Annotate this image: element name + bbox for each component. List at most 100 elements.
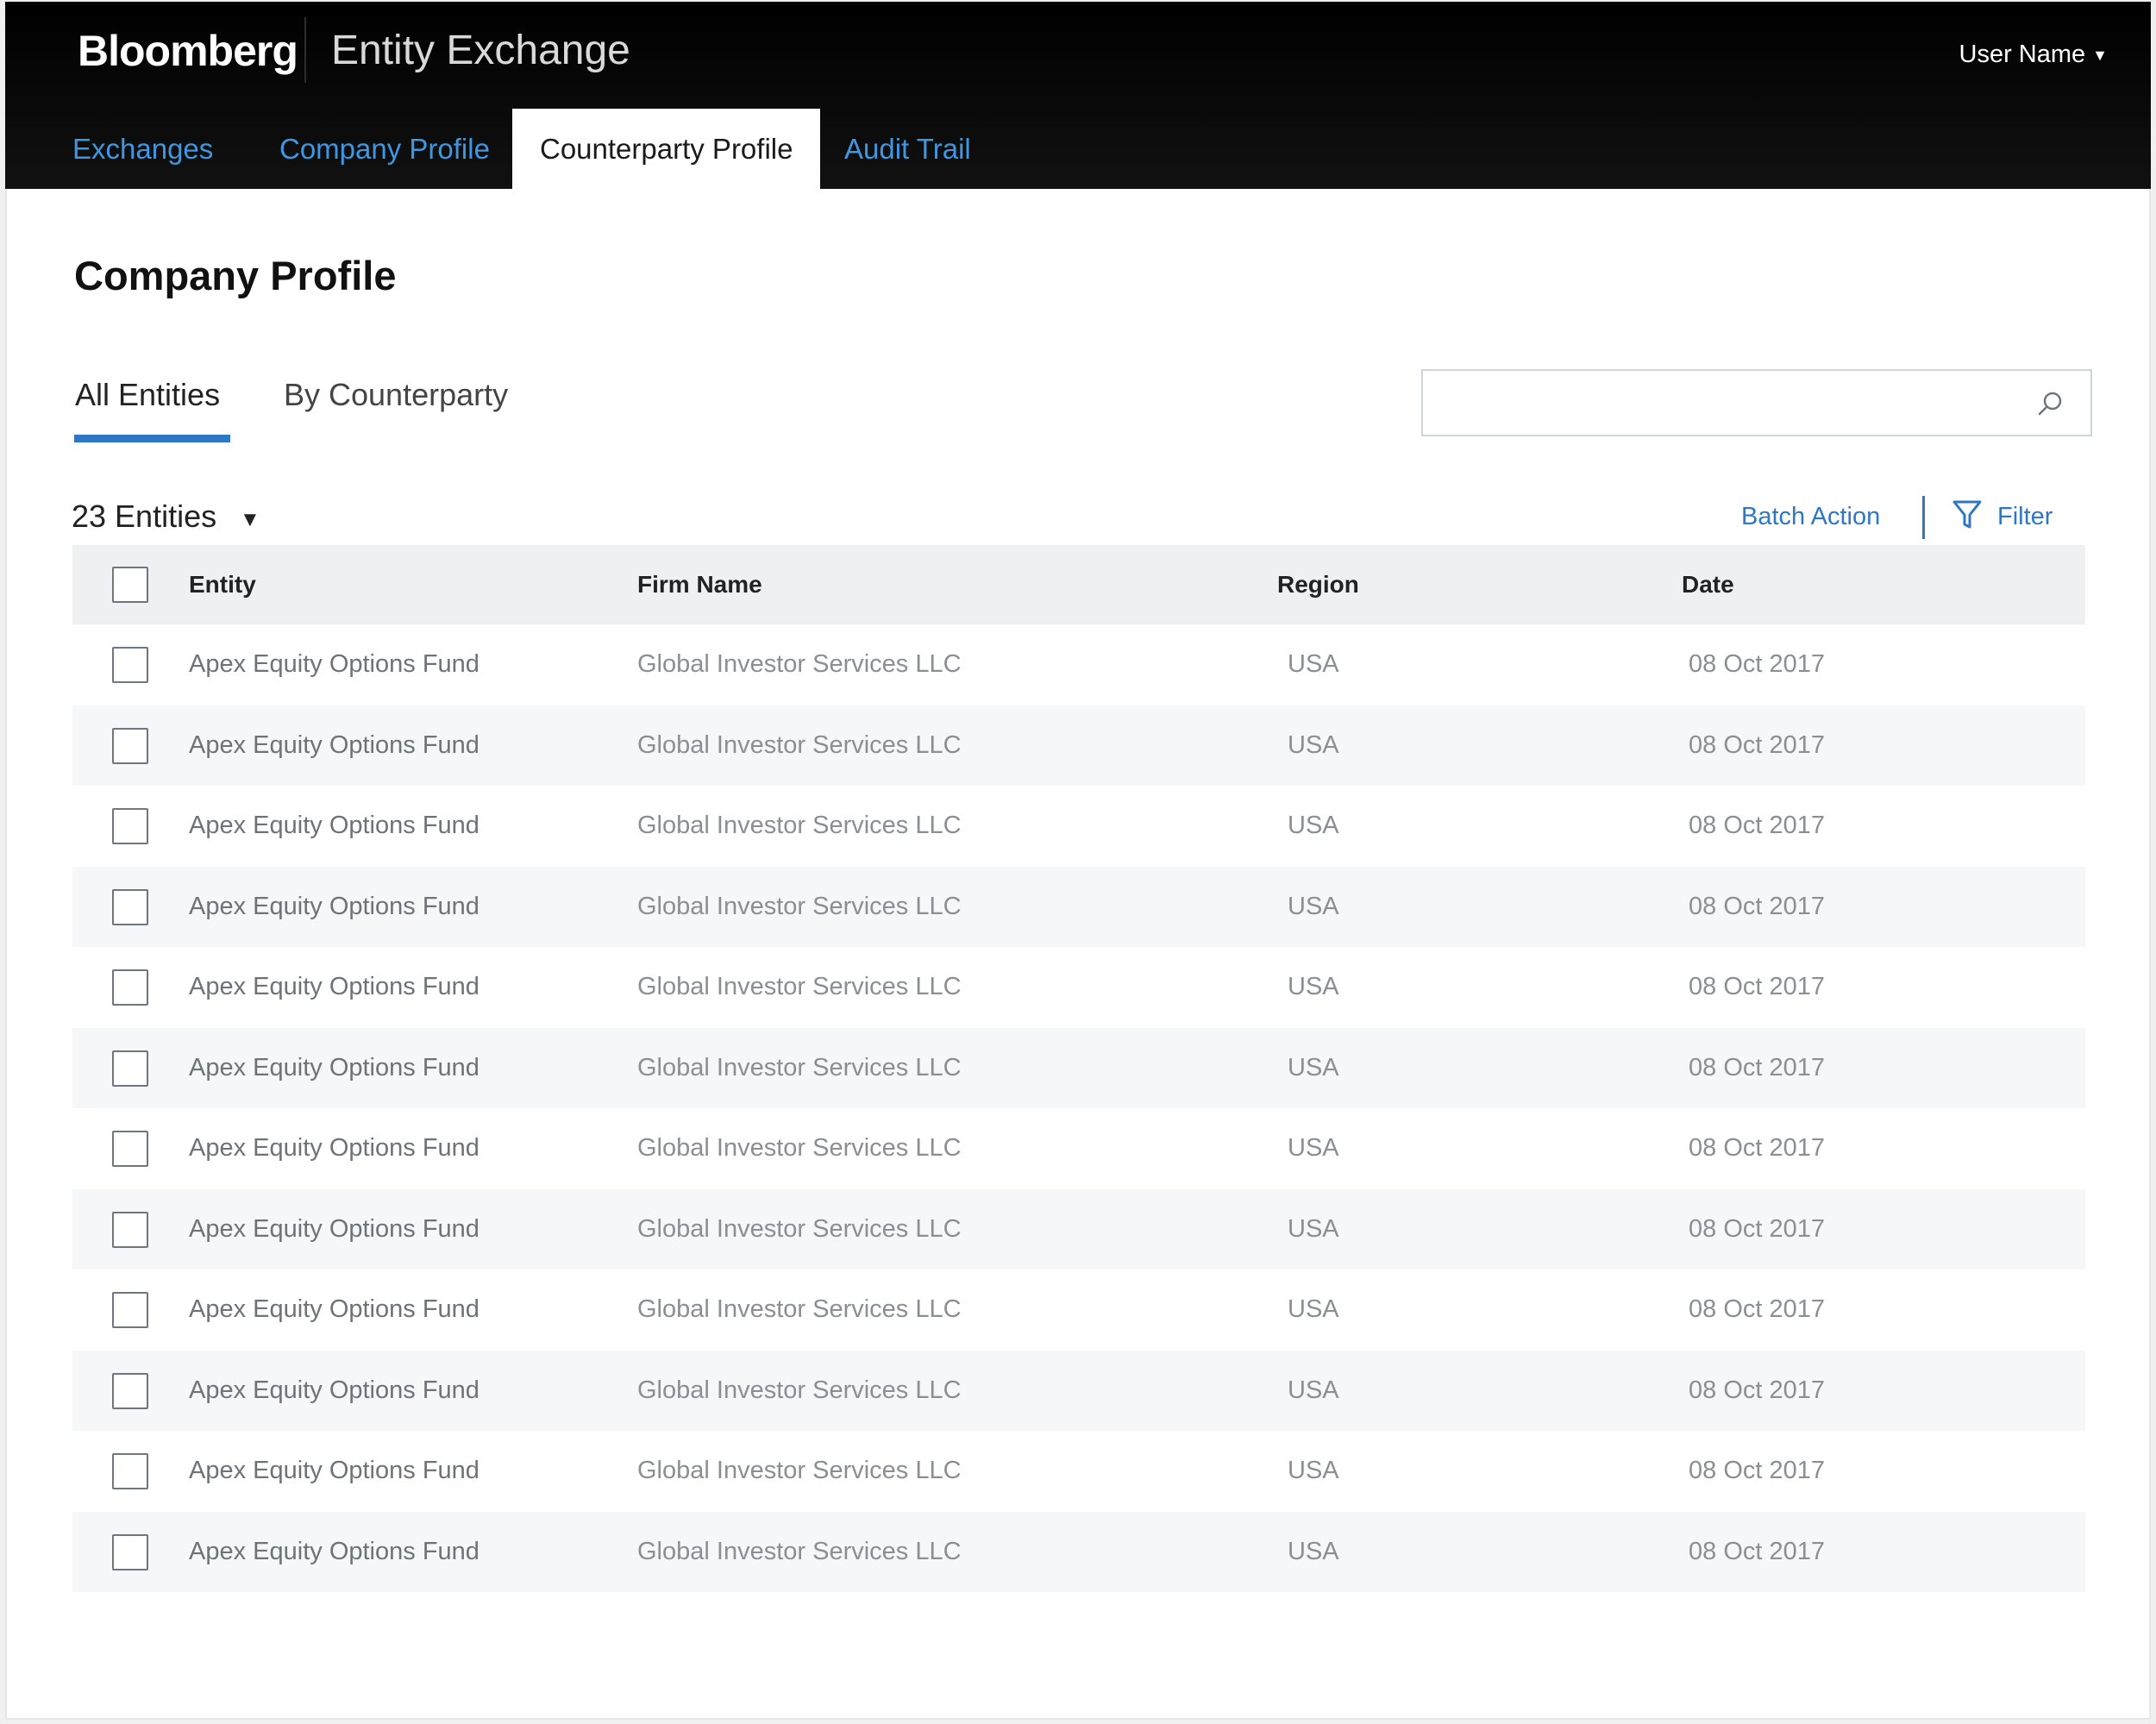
cell-firm-name: Global Investor Services LLC: [637, 892, 962, 920]
subtab-all-entities[interactable]: All Entities: [75, 373, 220, 417]
cell-firm-name: Global Investor Services LLC: [637, 1134, 962, 1162]
cell-firm-name: Global Investor Services LLC: [637, 973, 962, 1000]
cell-date: 08 Oct 2017: [1689, 973, 1825, 1000]
cell-date: 08 Oct 2017: [1689, 730, 1825, 759]
header-divider: [304, 17, 306, 83]
batch-action-link[interactable]: Batch Action: [1741, 498, 1880, 535]
cell-entity: Apex Equity Options Fund: [189, 1376, 479, 1404]
cell-region: USA: [1288, 1457, 1339, 1484]
cell-region: USA: [1288, 650, 1339, 678]
brand-logo[interactable]: Bloomberg: [78, 21, 298, 81]
cell-region: USA: [1288, 1053, 1339, 1081]
search-icon[interactable]: [2035, 388, 2066, 419]
cell-firm-name: Global Investor Services LLC: [637, 1457, 962, 1484]
column-header-date[interactable]: Date: [1682, 545, 1734, 624]
filter-button[interactable]: Filter: [1997, 498, 2053, 535]
cell-region: USA: [1288, 1537, 1339, 1565]
row-checkbox[interactable]: [112, 1211, 148, 1248]
cell-entity: Apex Equity Options Fund: [189, 1537, 479, 1565]
search-box: [1421, 369, 2092, 436]
cell-date: 08 Oct 2017: [1689, 1053, 1825, 1081]
cell-date: 08 Oct 2017: [1689, 650, 1825, 678]
table-row[interactable]: Apex Equity Options Fund Global Investor …: [72, 866, 2085, 947]
table-row[interactable]: Apex Equity Options Fund Global Investor …: [72, 1511, 2085, 1592]
cell-date: 08 Oct 2017: [1689, 1376, 1825, 1404]
table-header-row: Entity Firm Name Region Date: [72, 545, 2085, 624]
tab-company-profile[interactable]: Company Profile: [279, 109, 490, 189]
active-subtab-indicator: [74, 435, 230, 442]
table-row[interactable]: Apex Equity Options Fund Global Investor …: [72, 1431, 2085, 1512]
row-checkbox[interactable]: [112, 808, 148, 844]
tab-counterparty-profile[interactable]: Counterparty Profile: [512, 109, 821, 189]
caret-down-icon: ▼: [2092, 47, 2108, 65]
row-checkbox[interactable]: [112, 888, 148, 925]
table-row[interactable]: Apex Equity Options Fund Global Investor …: [72, 947, 2085, 1028]
cell-entity: Apex Equity Options Fund: [189, 973, 479, 1000]
filter-icon[interactable]: [1952, 498, 1983, 531]
table-row[interactable]: Apex Equity Options Fund Global Investor …: [72, 1269, 2085, 1351]
row-checkbox[interactable]: [112, 969, 148, 1006]
app-header: Bloomberg Entity Exchange User Name ▼ Exc…: [5, 2, 2151, 189]
cell-entity: Apex Equity Options Fund: [189, 1053, 479, 1081]
table-row[interactable]: Apex Equity Options Fund Global Investor …: [72, 705, 2085, 786]
table-row[interactable]: Apex Equity Options Fund Global Investor …: [72, 1027, 2085, 1108]
row-checkbox[interactable]: [112, 1131, 148, 1167]
cell-firm-name: Global Investor Services LLC: [637, 1537, 962, 1565]
table-body: Apex Equity Options Fund Global Investor …: [72, 624, 2085, 1592]
cell-entity: Apex Equity Options Fund: [189, 650, 479, 678]
cell-firm-name: Global Investor Services LLC: [637, 730, 962, 759]
cell-firm-name: Global Investor Services LLC: [637, 1295, 962, 1323]
column-header-firm-name[interactable]: Firm Name: [637, 545, 762, 624]
row-checkbox[interactable]: [112, 1050, 148, 1087]
subtab-by-counterparty[interactable]: By Counterparty: [284, 373, 508, 417]
cell-date: 08 Oct 2017: [1689, 1214, 1825, 1243]
cell-entity: Apex Equity Options Fund: [189, 892, 479, 920]
cell-date: 08 Oct 2017: [1689, 812, 1825, 839]
action-divider: [1922, 496, 1925, 539]
entities-table: Entity Firm Name Region Date Apex Equity…: [72, 545, 2085, 1592]
select-all-checkbox[interactable]: [112, 567, 148, 603]
row-checkbox[interactable]: [112, 1372, 148, 1409]
cell-entity: Apex Equity Options Fund: [189, 1214, 479, 1243]
search-input[interactable]: [1423, 371, 2027, 435]
column-header-region[interactable]: Region: [1277, 545, 1359, 624]
cell-date: 08 Oct 2017: [1689, 1134, 1825, 1162]
cell-date: 08 Oct 2017: [1689, 1457, 1825, 1484]
table-row[interactable]: Apex Equity Options Fund Global Investor …: [72, 1108, 2085, 1189]
cell-date: 08 Oct 2017: [1689, 892, 1825, 920]
page-title: Company Profile: [74, 253, 397, 298]
cell-firm-name: Global Investor Services LLC: [637, 1053, 962, 1081]
cell-entity: Apex Equity Options Fund: [189, 730, 479, 759]
app-title: Entity Exchange: [331, 28, 630, 73]
table-row[interactable]: Apex Equity Options Fund Global Investor …: [72, 1350, 2085, 1431]
tab-exchanges[interactable]: Exchanges: [72, 109, 213, 189]
cell-region: USA: [1288, 973, 1339, 1000]
cell-region: USA: [1288, 1134, 1339, 1162]
row-checkbox[interactable]: [112, 647, 148, 683]
caret-down-icon[interactable]: ▼: [240, 507, 260, 533]
cell-date: 08 Oct 2017: [1689, 1537, 1825, 1565]
cell-region: USA: [1288, 812, 1339, 839]
table-row[interactable]: Apex Equity Options Fund Global Investor …: [72, 1188, 2085, 1269]
row-checkbox[interactable]: [112, 1453, 148, 1489]
cell-firm-name: Global Investor Services LLC: [637, 650, 962, 678]
cell-firm-name: Global Investor Services LLC: [637, 1214, 962, 1243]
table-row[interactable]: Apex Equity Options Fund Global Investor …: [72, 786, 2085, 867]
table-row[interactable]: Apex Equity Options Fund Global Investor …: [72, 624, 2085, 705]
cell-date: 08 Oct 2017: [1689, 1295, 1825, 1323]
row-checkbox[interactable]: [112, 1292, 148, 1328]
column-header-entity[interactable]: Entity: [189, 545, 256, 624]
cell-region: USA: [1288, 730, 1339, 759]
user-name: User Name: [1959, 41, 2086, 68]
cell-firm-name: Global Investor Services LLC: [637, 1376, 962, 1404]
cell-region: USA: [1288, 1214, 1339, 1243]
tab-audit-trail[interactable]: Audit Trail: [844, 109, 971, 189]
cell-entity: Apex Equity Options Fund: [189, 1457, 479, 1484]
row-checkbox[interactable]: [112, 727, 148, 764]
entity-count-dropdown[interactable]: 23 Entities: [72, 495, 216, 538]
row-checkbox[interactable]: [112, 1533, 148, 1570]
cell-firm-name: Global Investor Services LLC: [637, 812, 962, 839]
user-menu[interactable]: User Name ▼: [1959, 34, 2108, 74]
cell-region: USA: [1288, 1376, 1339, 1404]
cell-entity: Apex Equity Options Fund: [189, 1134, 479, 1162]
